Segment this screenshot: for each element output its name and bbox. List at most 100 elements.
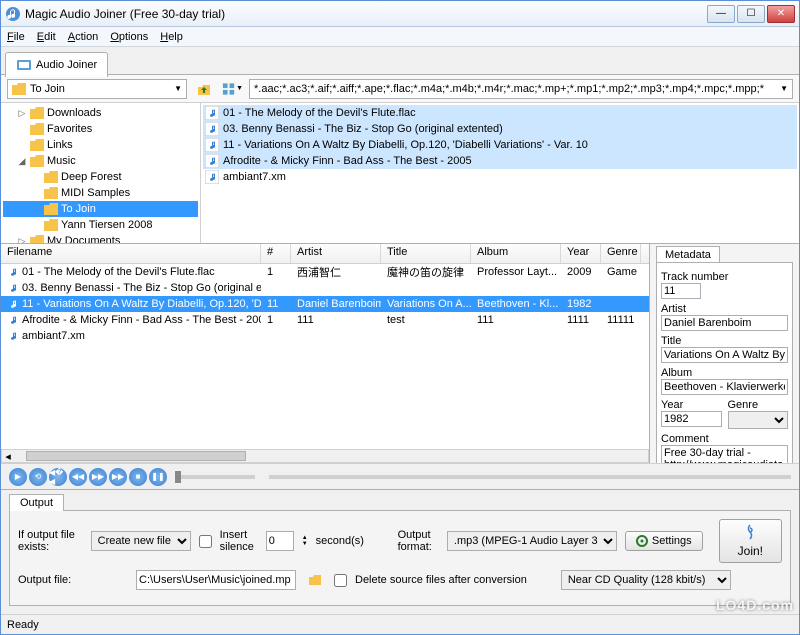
status-text: Ready [7, 619, 39, 631]
tab-audio-joiner[interactable]: Audio Joiner [5, 52, 108, 77]
file-filter[interactable]: *.aac;*.ac3;*.aif;*.aiff;*.ape;*.flac;*.… [249, 79, 793, 99]
if-exists-label: If output file exists: [18, 529, 83, 553]
forward-button[interactable]: ▶▶ [89, 468, 107, 486]
menu-bar: File Edit Action Options Help [1, 27, 799, 47]
tree-item[interactable]: MIDI Samples [3, 185, 198, 201]
path-combobox[interactable]: To Join ▼ [7, 79, 187, 99]
browse-button[interactable] [304, 569, 326, 591]
settings-button[interactable]: Settings [625, 531, 703, 551]
tree-item[interactable]: Yann Tiersen 2008 [3, 217, 198, 233]
minimize-button[interactable]: — [707, 5, 735, 23]
artist-input[interactable] [661, 315, 788, 331]
file-item[interactable]: Afrodite - & Micky Finn - Bad Ass - The … [203, 153, 797, 169]
progress-slider[interactable] [269, 475, 791, 479]
file-list[interactable]: 01 - The Melody of the Devil's Flute.fla… [201, 103, 799, 243]
stop-button[interactable]: ■ [129, 468, 147, 486]
pause-button[interactable]: ❚❚ [149, 468, 167, 486]
close-button[interactable]: ✕ [767, 5, 795, 23]
output-tab[interactable]: Output [9, 494, 64, 511]
metadata-tab[interactable]: Metadata [656, 246, 720, 263]
track-row[interactable]: ambiant7.xm [1, 328, 649, 344]
rewind-button[interactable]: ◀◀ [69, 468, 87, 486]
genre-select[interactable] [728, 411, 789, 429]
genre-label: Genre [728, 399, 789, 411]
up-folder-button[interactable] [193, 78, 215, 100]
track-row[interactable]: 01 - The Melody of the Devil's Flute.fla… [1, 264, 649, 280]
track-number-input[interactable] [661, 283, 701, 299]
volume-slider[interactable] [175, 475, 255, 479]
col-album[interactable]: Album [471, 244, 561, 263]
col-year[interactable]: Year [561, 244, 601, 263]
insert-enable-label: Insert silence [220, 529, 258, 553]
titlebar: Magic Audio Joiner (Free 30-day trial) —… [1, 1, 799, 27]
folder-tree[interactable]: ▷DownloadsFavoritesLinks◢MusicDeep Fores… [1, 103, 201, 243]
horizontal-scrollbar[interactable]: ◂ [1, 449, 649, 463]
track-row[interactable]: 11 - Variations On A Waltz By Diabelli, … [1, 296, 649, 312]
album-input[interactable] [661, 379, 788, 395]
file-item[interactable]: 01 - The Melody of the Devil's Flute.fla… [203, 105, 797, 121]
year-input[interactable] [661, 411, 722, 427]
maximize-button[interactable]: ☐ [737, 5, 765, 23]
main-tabstrip: Audio Joiner [1, 47, 799, 75]
if-exists-select[interactable]: Create new file [91, 531, 191, 551]
track-row[interactable]: Afrodite - & Micky Finn - Bad Ass - The … [1, 312, 649, 328]
track-list[interactable]: Filename # Artist Title Album Year Genre… [1, 244, 649, 463]
silence-seconds-input[interactable] [266, 531, 294, 551]
treble-clef-icon [742, 524, 758, 540]
seconds-label: second(s) [316, 535, 364, 547]
restart-button[interactable]: ⟲ [29, 468, 47, 486]
delete-source-checkbox[interactable] [334, 574, 347, 587]
tree-item[interactable]: To Join [3, 201, 198, 217]
menu-file[interactable]: File [7, 31, 25, 43]
player-bar: ▶ ⟲ ◀� ◀ ◀◀ ▶▶ ▶▶ ■ ❚❚ [1, 463, 799, 489]
menu-action[interactable]: Action [68, 31, 99, 43]
menu-edit[interactable]: Edit [37, 31, 56, 43]
file-item[interactable]: ambiant7.xm [203, 169, 797, 185]
title-input[interactable] [661, 347, 788, 363]
col-filename[interactable]: Filename [1, 244, 261, 263]
col-title[interactable]: Title [381, 244, 471, 263]
delete-source-label: Delete source files after conversion [355, 574, 527, 586]
filter-text: *.aac;*.ac3;*.aif;*.aiff;*.ape;*.flac;*.… [254, 83, 764, 95]
col-num[interactable]: # [261, 244, 291, 263]
comment-label: Comment [661, 433, 788, 445]
track-row[interactable]: 03. Benny Benassi - The Biz - Stop Go (o… [1, 280, 649, 296]
prev-button[interactable]: ◀� ◀ [49, 468, 67, 486]
window-title: Magic Audio Joiner (Free 30-day trial) [25, 7, 707, 21]
tree-item[interactable]: ▷My Documents [3, 233, 198, 243]
artist-label: Artist [661, 303, 788, 315]
app-icon [5, 6, 21, 22]
next-button[interactable]: ▶▶ [109, 468, 127, 486]
view-mode-button[interactable]: ▼ [221, 78, 243, 100]
folder-icon [12, 83, 26, 95]
output-file-label: Output file: [18, 574, 128, 586]
output-quality-select[interactable]: Near CD Quality (128 kbit/s) [561, 570, 731, 590]
tab-label: Audio Joiner [36, 59, 97, 71]
path-value: To Join [30, 83, 65, 95]
metadata-panel: Metadata Track number Artist Title Album… [649, 244, 799, 463]
tree-item[interactable]: Deep Forest [3, 169, 198, 185]
tree-item[interactable]: ◢Music [3, 153, 198, 169]
file-item[interactable]: 11 - Variations On A Waltz By Diabelli, … [203, 137, 797, 153]
tree-item[interactable]: ▷Downloads [3, 105, 198, 121]
menu-options[interactable]: Options [110, 31, 148, 43]
col-genre[interactable]: Genre [601, 244, 641, 263]
file-item[interactable]: 03. Benny Benassi - The Biz - Stop Go (o… [203, 121, 797, 137]
play-button[interactable]: ▶ [9, 468, 27, 486]
chevron-down-icon: ▼ [174, 84, 182, 93]
output-file-input[interactable] [136, 570, 296, 590]
insert-silence-checkbox[interactable] [199, 535, 212, 548]
col-artist[interactable]: Artist [291, 244, 381, 263]
year-label: Year [661, 399, 722, 411]
tab-icon [16, 57, 32, 73]
spinner-buttons[interactable]: ▲▼ [302, 535, 308, 547]
menu-help[interactable]: Help [160, 31, 183, 43]
track-number-label: Track number [661, 271, 788, 283]
track-list-header: Filename # Artist Title Album Year Genre [1, 244, 649, 264]
join-button[interactable]: Join! [719, 519, 782, 563]
tree-item[interactable]: Favorites [3, 121, 198, 137]
tree-item[interactable]: Links [3, 137, 198, 153]
output-format-select[interactable]: .mp3 (MPEG-1 Audio Layer 3) [447, 531, 617, 551]
title-label: Title [661, 335, 788, 347]
chevron-down-icon: ▼ [780, 84, 788, 93]
